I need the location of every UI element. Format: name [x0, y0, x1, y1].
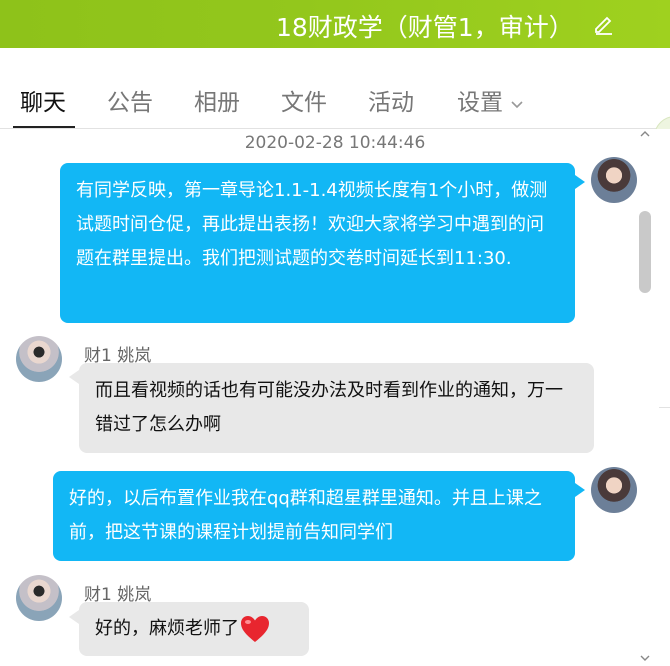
active-tab-indicator — [13, 126, 75, 128]
tab-album[interactable]: 相册 — [194, 83, 240, 117]
scrollbar-thumb[interactable] — [639, 211, 651, 293]
avatar[interactable] — [591, 467, 637, 513]
message-timestamp: 2020-02-28 10:44:46 — [244, 133, 426, 153]
tab-chat[interactable]: 聊天 — [20, 83, 66, 117]
tab-settings[interactable]: 设置 — [457, 83, 525, 117]
bubble-tail — [575, 483, 585, 497]
avatar[interactable] — [16, 575, 62, 621]
tab-bar: 聊天 公告 相册 文件 活动 设置 — [0, 48, 670, 158]
scroll-up-icon[interactable] — [640, 129, 650, 139]
bubble-tail — [575, 175, 585, 189]
title-bar: 18财政学（财管1，审计） — [0, 0, 670, 48]
message-bubble[interactable]: 好的，麻烦老师了 — [79, 602, 309, 656]
tab-activities[interactable]: 活动 — [368, 83, 414, 117]
avatar[interactable] — [591, 157, 637, 203]
message-bubble[interactable]: 有同学反映，第一章导论1.1-1.4视频长度有1个小时，做测试题时间仓促，再此提… — [60, 163, 575, 323]
chat-area: 2020-02-28 10:44:46 有同学反映，第一章导论1.1-1.4视频… — [0, 129, 670, 666]
edit-pencil-icon[interactable] — [592, 12, 616, 36]
divider — [659, 407, 670, 408]
bubble-tail — [69, 370, 79, 384]
heart-icon — [241, 616, 269, 642]
chevron-down-icon — [511, 100, 523, 108]
message-text: 好的，麻烦老师了 — [95, 618, 239, 639]
avatar[interactable] — [16, 336, 62, 382]
tab-files[interactable]: 文件 — [281, 83, 327, 117]
message-bubble[interactable]: 而且看视频的话也有可能没办法及时看到作业的通知，万一错过了怎么办啊 — [79, 363, 594, 453]
tab-settings-label: 设置 — [457, 90, 503, 116]
group-title: 18财政学（财管1，审计） — [276, 13, 574, 42]
scroll-down-icon[interactable] — [640, 653, 650, 663]
message-bubble[interactable]: 好的，以后布置作业我在qq群和超星群里通知。并且上课之前，把这节课的课程计划提前… — [53, 471, 575, 561]
tab-announcements[interactable]: 公告 — [107, 83, 153, 117]
bubble-tail — [69, 610, 79, 624]
